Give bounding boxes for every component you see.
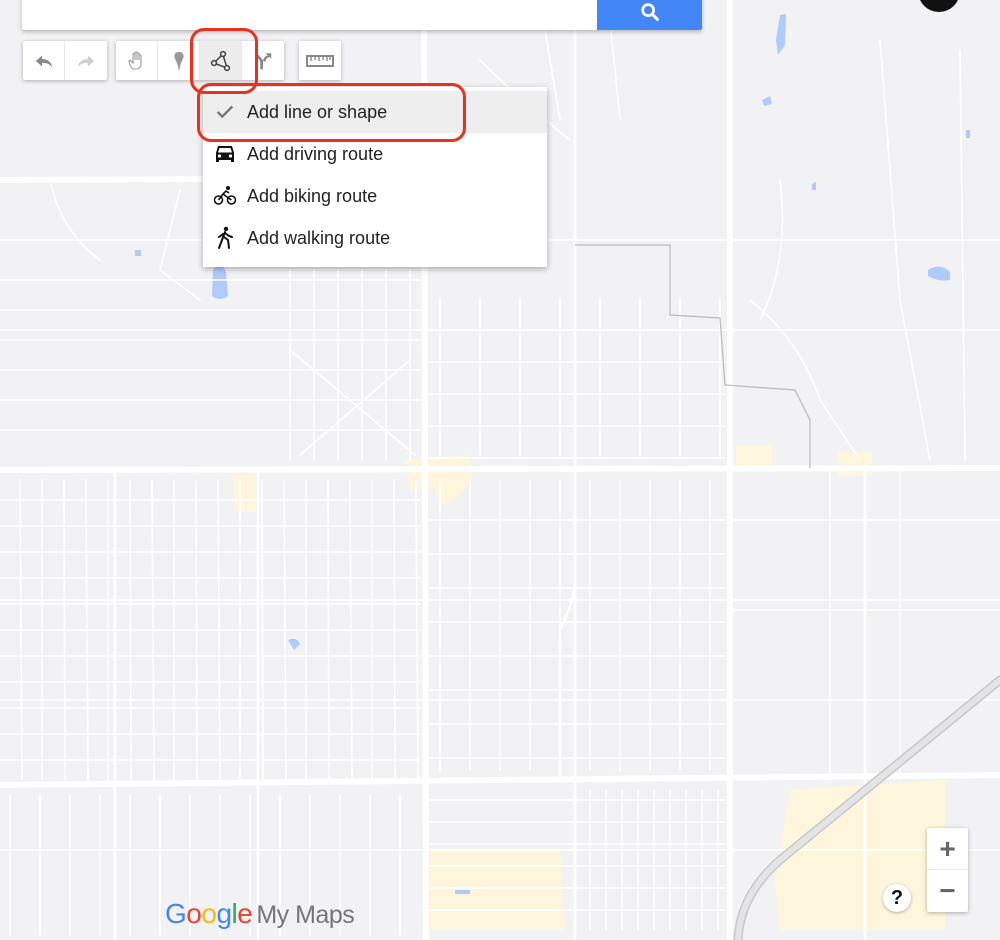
logo-letter: e [237, 898, 253, 929]
redo-button[interactable] [65, 41, 107, 80]
search-bar [22, 0, 702, 30]
menu-item-label: Add biking route [247, 185, 378, 206]
directions-icon [254, 52, 272, 69]
menu-item-add-walking-route[interactable]: Add walking route [203, 217, 547, 259]
undo-icon [35, 55, 52, 67]
checkmark-icon [203, 101, 247, 123]
logo-letter: o [186, 898, 202, 929]
zoom-out-button[interactable]: − [927, 870, 968, 912]
minus-icon: − [939, 875, 956, 906]
ruler-icon [306, 54, 334, 67]
measure-button[interactable] [299, 41, 341, 80]
search-icon [640, 3, 659, 21]
directions-button[interactable] [242, 41, 284, 80]
google-my-maps-logo: Google My Maps [165, 898, 355, 930]
walk-icon [203, 226, 247, 250]
zoom-in-button[interactable]: + [927, 828, 968, 870]
menu-item-add-biking-route[interactable]: Add biking route [203, 175, 547, 217]
plus-icon: + [939, 832, 956, 864]
marker-icon [173, 51, 184, 70]
help-icon: ? [890, 886, 904, 909]
logo-letter: o [201, 898, 217, 929]
menu-item-label: Add walking route [247, 227, 391, 248]
logo-letter: G [165, 898, 187, 929]
menu-item-add-line-or-shape[interactable]: Add line or shape [203, 91, 547, 133]
undo-button[interactable] [23, 41, 65, 80]
map-poi-areas [232, 446, 945, 930]
menu-item-add-driving-route[interactable]: Add driving route [203, 133, 547, 175]
bike-icon [203, 185, 247, 207]
menu-item-label: Add line or shape [247, 101, 388, 122]
measure-toolbar-group [299, 41, 341, 80]
pan-tool-button[interactable] [116, 41, 158, 80]
hand-icon [127, 50, 142, 70]
zoom-control: + − [927, 828, 968, 912]
history-toolbar-group [23, 41, 107, 80]
draw-line-menu: Add line or shape Add driving route Add … [203, 87, 547, 267]
draw-line-icon [210, 50, 230, 71]
draw-line-button[interactable] [200, 41, 242, 80]
help-button[interactable]: ? [883, 884, 911, 912]
add-marker-button[interactable] [158, 41, 200, 80]
logo-letter: g [216, 898, 232, 929]
car-icon [203, 143, 247, 165]
logo-product-name: My Maps [256, 901, 355, 929]
search-input[interactable] [22, 0, 597, 30]
search-button[interactable] [597, 0, 702, 30]
menu-item-label: Add driving route [247, 143, 384, 164]
redo-icon [77, 55, 95, 67]
tools-toolbar-group [116, 41, 284, 80]
